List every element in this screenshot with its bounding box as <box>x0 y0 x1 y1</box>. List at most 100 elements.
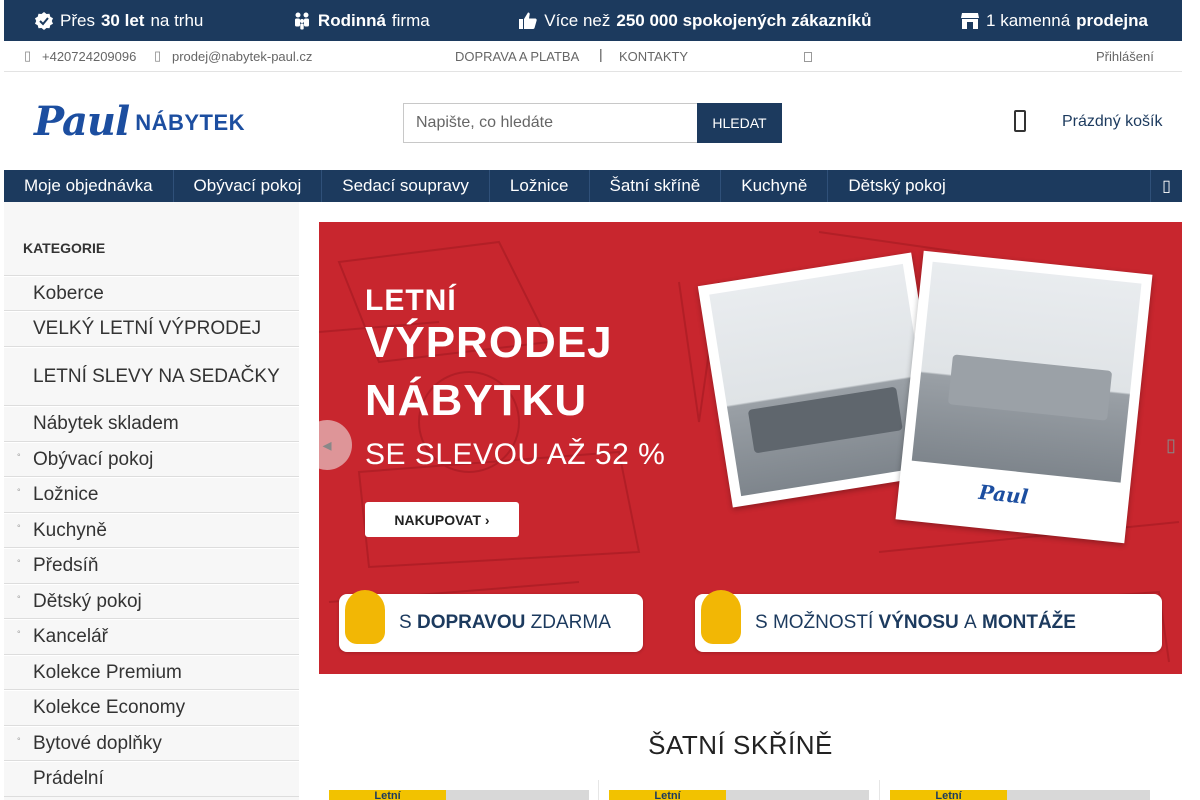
banner-line-1: LETNÍ <box>365 284 457 317</box>
expand-dot-icon: ° <box>17 487 21 497</box>
site-logo[interactable]: Paul NÁBYTEK <box>26 92 245 150</box>
pill-text: A <box>964 612 977 633</box>
logo-script: Paul <box>34 97 130 145</box>
sidebar-item-office[interactable]: ° Kancelář <box>4 619 299 655</box>
sidebar-item-premium[interactable]: Kolekce Premium <box>4 655 299 690</box>
pill-text: S <box>399 612 412 633</box>
email-contact[interactable]: ▯ prodej@nabytek-paul.cz <box>154 48 312 64</box>
phone-icon: ▯ <box>24 48 32 63</box>
search-button[interactable]: HLEDAT <box>697 103 782 143</box>
promo-banner[interactable]: LETNÍ VÝPRODEJ NÁBYTKU SE SLEVOU AŽ 52 %… <box>319 222 1182 674</box>
sidebar-item-bedroom[interactable]: ° Ložnice <box>4 477 299 513</box>
assembly-pill: S MOŽNOSTÍ VÝNOSU A MONTÁŽE <box>695 590 1162 652</box>
sidebar-item-label: Dětský pokoj <box>33 590 142 612</box>
nav-my-order[interactable]: Moje objednávka <box>4 170 174 202</box>
sidebar-item-label: LETNÍ SLEVY NA SEDAČKY <box>33 365 280 387</box>
product-card[interactable]: Letní <box>609 780 869 800</box>
main-nav: Moje objednávka Obývací pokoj Sedací sou… <box>4 170 1182 202</box>
badge-check-icon <box>34 11 54 31</box>
expand-dot-icon: ° <box>17 523 21 533</box>
nav-bedroom[interactable]: Ložnice <box>490 170 590 202</box>
benefit-bold: Rodinná <box>317 10 386 30</box>
thumbs-up-icon <box>518 11 538 31</box>
nav-more-icon[interactable]: ▯ <box>1150 170 1182 202</box>
product-badge: Letní <box>609 790 726 800</box>
benefit-customers: Více než 250 000 spokojených zákazníků <box>518 10 872 31</box>
benefit-post: firma <box>391 10 430 30</box>
phone-number: +420724209096 <box>42 48 137 64</box>
language-flag-icon[interactable] <box>804 52 812 62</box>
sidebar-item-carpets[interactable]: Koberce <box>4 276 299 311</box>
product-badge: Letní <box>890 790 1007 800</box>
shop-now-button[interactable]: NAKUPOVAT › <box>365 502 519 537</box>
free-delivery-pill: S DOPRAVOU ZDARMA <box>339 590 643 652</box>
pill-bold: MONTÁŽE <box>982 612 1076 633</box>
expand-dot-icon: ° <box>17 629 21 639</box>
sidebar-item-label: Ložnice <box>33 484 99 505</box>
benefit-post: na trhu <box>150 10 204 30</box>
sidebar-item-label: VELKÝ LETNÍ VÝPRODEJ <box>33 318 262 339</box>
sidebar-item-economy[interactable]: Kolekce Economy <box>4 690 299 726</box>
sidebar-item-label: Obývací pokoj <box>33 448 154 470</box>
product-badge: Letní <box>329 790 446 800</box>
sidebar-item-hallway[interactable]: ° Předsíň <box>4 548 299 584</box>
store-icon <box>960 11 980 31</box>
sidebar-item-label: Kuchyně <box>33 519 107 541</box>
section-title: ŠATNÍ SKŘÍNĚ <box>648 730 833 760</box>
shipping-payment-link[interactable]: DOPRAVA A PLATBA <box>455 49 579 64</box>
nav-kids-room[interactable]: Dětský pokoj <box>828 170 965 202</box>
nav-living-room[interactable]: Obývací pokoj <box>174 170 323 202</box>
email-address: prodej@nabytek-paul.cz <box>172 48 313 64</box>
product-divider <box>879 780 880 800</box>
expand-dot-icon: ° <box>17 736 21 746</box>
sidebar-item-label: Koberce <box>33 282 104 304</box>
nav-kitchen[interactable]: Kuchyně <box>721 170 829 202</box>
sidebar-item-big-sale[interactable]: VELKÝ LETNÍ VÝPRODEJ <box>4 311 299 347</box>
sidebar-item-label: Předsíň <box>33 555 99 576</box>
sidebar-item-in-stock[interactable]: Nábytek skladem <box>4 406 299 442</box>
mail-icon: ▯ <box>154 48 162 63</box>
expand-dot-icon: ° <box>17 452 21 462</box>
sidebar-item-kitchen[interactable]: ° Kuchyně <box>4 513 299 548</box>
sidebar-item-label: Nábytek skladem <box>33 413 179 434</box>
sidebar-item-label: Prádelní <box>33 768 104 789</box>
banner-brand-logo: Paul <box>977 479 1030 509</box>
pill-text: ZDARMA <box>530 612 611 633</box>
nav-wardrobes[interactable]: Šatní skříně <box>590 170 722 202</box>
benefit-pre: 1 kamenná <box>986 10 1071 30</box>
benefit-bold: 250 000 spokojených zákazníků <box>616 10 872 30</box>
cart[interactable]: Prázdný košík <box>1014 110 1162 132</box>
login-link[interactable]: Přihlášení <box>1096 49 1154 64</box>
category-sidebar: KATEGORIE Koberce VELKÝ LETNÍ VÝPRODEJ L… <box>4 202 299 800</box>
sidebar-item-laundry[interactable]: Prádelní <box>4 761 299 797</box>
sidebar-item-label: Kolekce Premium <box>33 661 182 683</box>
sidebar-item-label: Kolekce Economy <box>33 697 186 718</box>
pill-bold: DOPRAVOU <box>416 612 526 633</box>
pill-text: S MOŽNOSTÍ <box>755 612 874 633</box>
product-divider <box>598 780 599 800</box>
product-card[interactable]: Letní <box>890 780 1151 800</box>
cart-label: Prázdný košík <box>1062 113 1163 130</box>
sidebar-item-sofa-discounts[interactable]: LETNÍ SLEVY NA SEDAČKY <box>4 347 299 406</box>
search-input[interactable] <box>403 103 697 143</box>
phone-contact[interactable]: ▯ +420724209096 <box>24 48 136 64</box>
banner-line-2: VÝPRODEJ <box>365 318 613 367</box>
benefit-bold: prodejna <box>1076 10 1148 30</box>
banner-line-3: NÁBYTKU <box>365 376 588 425</box>
expand-dot-icon: ° <box>17 558 21 568</box>
nav-sofa-sets[interactable]: Sedací soupravy <box>322 170 490 202</box>
contacts-link[interactable]: KONTAKTY <box>619 49 688 64</box>
pill-bold: VÝNOSU <box>878 612 959 633</box>
banner-line-4: SE SLEVOU AŽ 52 % <box>365 438 666 471</box>
link-separator: | <box>599 46 603 62</box>
product-card[interactable]: Letní <box>329 780 589 800</box>
sidebar-item-living-room[interactable]: ° Obývací pokoj <box>4 442 299 477</box>
benefit-bold: 30 let <box>100 10 145 30</box>
sidebar-item-kids-room[interactable]: ° Dětský pokoj <box>4 584 299 619</box>
benefits-bar: Přes 30 let na trhu Rodinná firma Více n… <box>4 0 1182 41</box>
benefit-family: Rodinná firma <box>292 11 430 31</box>
sofa-photo-2: Paul <box>895 250 1153 544</box>
sidebar-item-accessories[interactable]: ° Bytové doplňky <box>4 726 299 761</box>
benefit-pre: Přes <box>60 10 95 30</box>
benefit-experience: Přes 30 let na trhu <box>34 11 203 31</box>
